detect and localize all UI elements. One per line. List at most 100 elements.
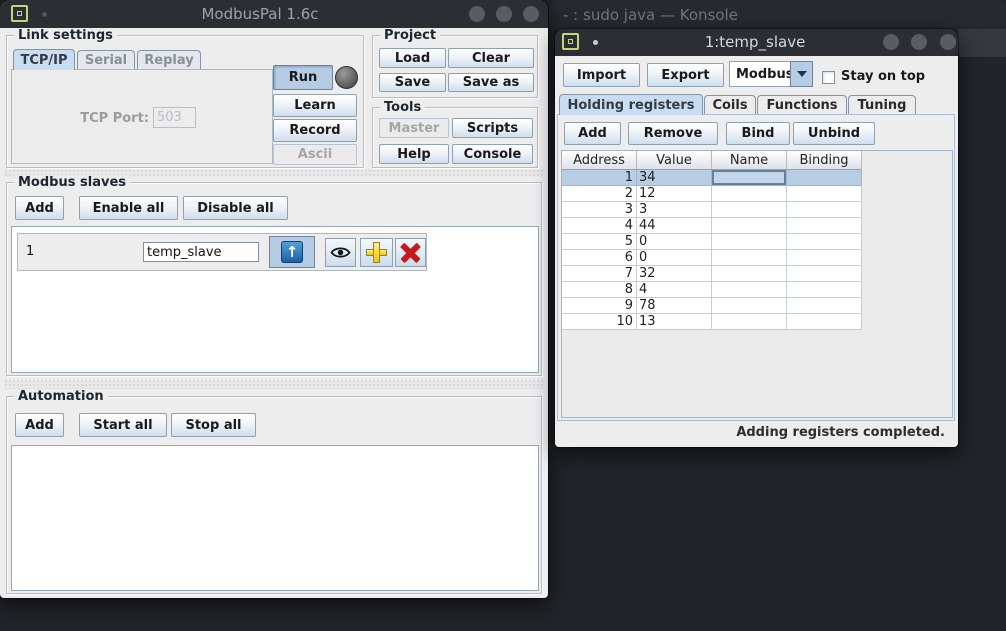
name-cell[interactable] (712, 298, 787, 314)
clear-button[interactable]: Clear (448, 48, 534, 68)
address-cell[interactable]: 8 (562, 282, 637, 298)
modbus-mode-combobox[interactable]: Modbus (729, 61, 813, 87)
record-button[interactable]: Record (273, 119, 357, 142)
binding-cell[interactable] (787, 234, 862, 250)
table-row[interactable]: 33 (562, 202, 862, 218)
tab-coils[interactable]: Coils (704, 95, 756, 115)
export-button[interactable]: Export (647, 63, 724, 87)
close-button[interactable] (523, 6, 539, 22)
value-cell[interactable]: 34 (637, 170, 712, 186)
save-as-button[interactable]: Save as (448, 73, 534, 92)
tab-serial[interactable]: Serial (77, 50, 135, 70)
value-cell[interactable]: 78 (637, 298, 712, 314)
binding-cell[interactable] (787, 218, 862, 234)
tcp-port-input[interactable] (153, 107, 196, 128)
register-add-button[interactable]: Add (564, 122, 621, 145)
splitter-handle-bottom[interactable] (4, 379, 544, 389)
table-row[interactable]: 1013 (562, 314, 862, 330)
address-cell[interactable]: 4 (562, 218, 637, 234)
value-cell[interactable]: 3 (637, 202, 712, 218)
register-unbind-button[interactable]: Unbind (793, 122, 875, 145)
address-cell[interactable]: 3 (562, 202, 637, 218)
modbuspal-titlebar[interactable]: ModbusPal 1.6c (0, 0, 548, 28)
import-button[interactable]: Import (563, 63, 640, 87)
run-button[interactable]: Run (273, 65, 333, 90)
value-cell[interactable]: 0 (637, 234, 712, 250)
slave-enabled-toggle[interactable]: ↑ (269, 236, 315, 268)
tab-tcpip[interactable]: TCP/IP (13, 49, 75, 70)
save-button[interactable]: Save (379, 73, 446, 92)
automation-add-button[interactable]: Add (15, 413, 64, 437)
value-cell[interactable]: 0 (637, 250, 712, 266)
name-cell[interactable] (712, 282, 787, 298)
name-cell[interactable] (712, 234, 787, 250)
tab-replay[interactable]: Replay (137, 50, 201, 70)
start-all-button[interactable]: Start all (79, 413, 167, 437)
value-cell[interactable]: 13 (637, 314, 712, 330)
table-row[interactable]: 134 (562, 170, 862, 186)
register-bind-button[interactable]: Bind (726, 122, 790, 145)
help-button[interactable]: Help (379, 144, 449, 164)
stay-on-top-checkbox[interactable] (822, 71, 835, 84)
binding-cell[interactable] (787, 266, 862, 282)
stop-all-button[interactable]: Stop all (171, 413, 256, 437)
table-row[interactable]: 84 (562, 282, 862, 298)
value-cell[interactable]: 32 (637, 266, 712, 282)
minimize-button[interactable] (883, 34, 899, 50)
address-cell[interactable]: 1 (562, 170, 637, 186)
name-cell[interactable] (712, 186, 787, 202)
table-row[interactable]: 732 (562, 266, 862, 282)
slave-add-button[interactable]: Add (15, 196, 64, 220)
column-header-value[interactable]: Value (637, 151, 712, 170)
load-button[interactable]: Load (379, 48, 446, 68)
learn-button[interactable]: Learn (273, 94, 357, 117)
address-cell[interactable]: 7 (562, 266, 637, 282)
view-slave-button[interactable] (325, 238, 356, 267)
table-row[interactable]: 444 (562, 218, 862, 234)
tab-tuning[interactable]: Tuning (848, 95, 916, 115)
maximize-button[interactable] (911, 34, 927, 50)
binding-cell[interactable] (787, 186, 862, 202)
name-cell[interactable] (712, 266, 787, 282)
name-cell[interactable] (712, 250, 787, 266)
duplicate-slave-button[interactable] (360, 238, 393, 267)
slave-row[interactable]: 1 ↑ (17, 233, 427, 271)
column-header-name[interactable]: Name (712, 151, 787, 170)
binding-cell[interactable] (787, 282, 862, 298)
column-header-binding[interactable]: Binding (787, 151, 862, 170)
table-row[interactable]: 50 (562, 234, 862, 250)
address-cell[interactable]: 2 (562, 186, 637, 202)
binding-cell[interactable] (787, 298, 862, 314)
name-cell[interactable] (712, 314, 787, 330)
scripts-button[interactable]: Scripts (452, 118, 533, 138)
tab-holding-registers[interactable]: Holding registers (559, 94, 703, 115)
disable-all-button[interactable]: Disable all (183, 196, 288, 220)
address-cell[interactable]: 9 (562, 298, 637, 314)
combobox-arrow-button[interactable] (790, 61, 813, 87)
name-cell[interactable] (712, 202, 787, 218)
column-header-address[interactable]: Address (562, 151, 637, 170)
konsole-titlebar[interactable]: - : sudo java — Konsole (549, 0, 1006, 30)
value-cell[interactable]: 4 (637, 282, 712, 298)
slave-titlebar[interactable]: 1:temp_slave (555, 29, 958, 56)
name-cell[interactable] (712, 218, 787, 234)
table-row[interactable]: 212 (562, 186, 862, 202)
close-button[interactable] (940, 34, 956, 50)
address-cell[interactable]: 6 (562, 250, 637, 266)
tab-functions[interactable]: Functions (757, 95, 847, 115)
table-row[interactable]: 978 (562, 298, 862, 314)
value-cell[interactable]: 12 (637, 186, 712, 202)
address-cell[interactable]: 10 (562, 314, 637, 330)
minimize-button[interactable] (469, 6, 485, 22)
maximize-button[interactable] (496, 6, 512, 22)
table-row[interactable]: 60 (562, 250, 862, 266)
enable-all-button[interactable]: Enable all (79, 196, 178, 220)
binding-cell[interactable] (787, 250, 862, 266)
binding-cell[interactable] (787, 202, 862, 218)
address-cell[interactable]: 5 (562, 234, 637, 250)
name-cell[interactable] (712, 170, 787, 186)
console-button[interactable]: Console (452, 144, 533, 164)
binding-cell[interactable] (787, 170, 862, 186)
value-cell[interactable]: 44 (637, 218, 712, 234)
delete-slave-button[interactable] (395, 238, 426, 267)
